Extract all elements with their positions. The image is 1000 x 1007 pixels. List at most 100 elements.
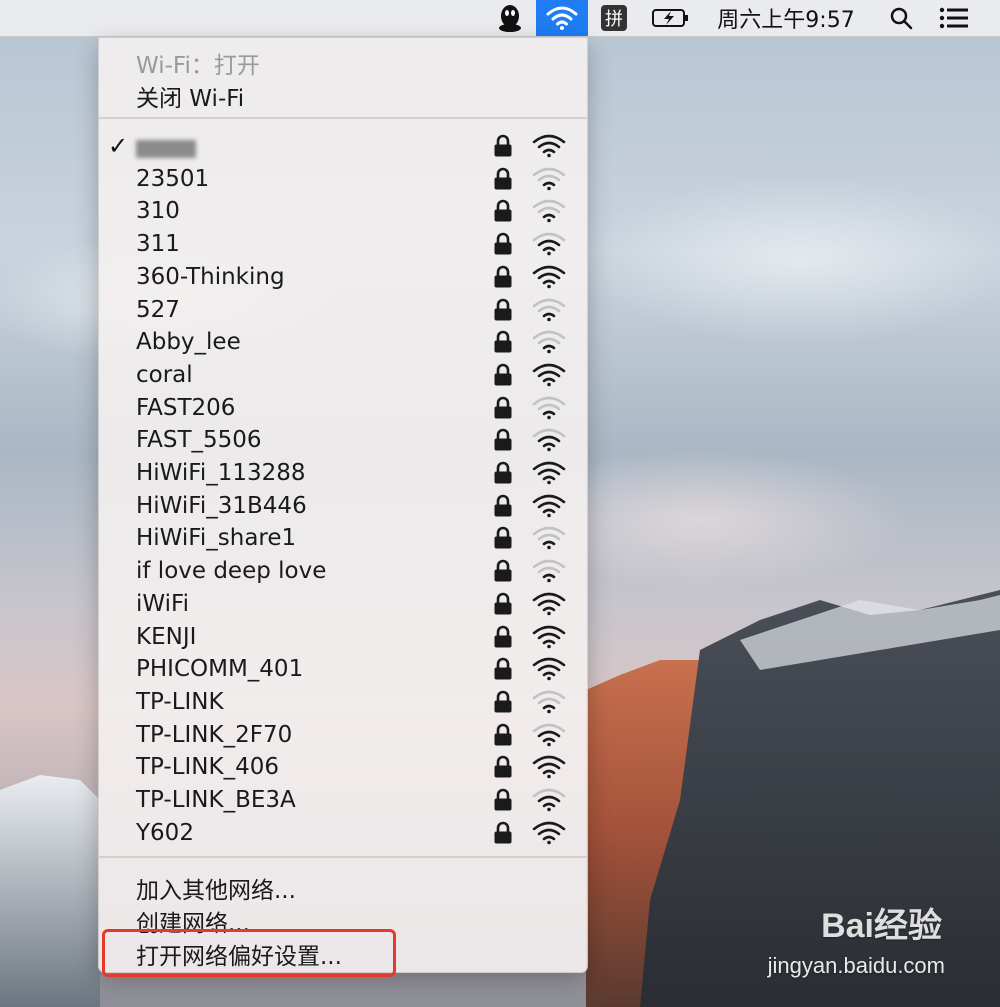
network-name: 360-Thinking [136, 263, 285, 290]
wifi-signal-icon [532, 200, 566, 223]
network-name: KENJI [136, 623, 197, 650]
menu-separator [99, 856, 587, 858]
lock-icon [494, 821, 512, 844]
lock-icon [494, 232, 512, 255]
wifi-signal-icon [532, 429, 566, 452]
network-name: iWiFi [136, 590, 189, 617]
network-name: Y602 [136, 819, 194, 846]
lock-icon [494, 592, 512, 615]
network-item[interactable]: if love deep love [99, 555, 587, 588]
lock-icon [494, 330, 512, 353]
network-item[interactable]: TP-LINK_406 [99, 751, 587, 784]
network-item[interactable]: Abby_lee [99, 326, 587, 359]
network-name: FAST206 [136, 394, 236, 421]
wifi-signal-icon [532, 363, 566, 387]
wifi-signal-icon [532, 494, 566, 517]
lock-icon [494, 429, 512, 451]
wifi-signal-icon [532, 396, 566, 419]
network-item[interactable]: ✓ [99, 130, 587, 163]
lock-icon [494, 134, 512, 157]
lock-icon [494, 167, 512, 190]
wifi-signal-icon [532, 330, 566, 354]
network-item[interactable]: TP-LINK_BE3A [99, 784, 587, 817]
network-item[interactable]: FAST_5506 [99, 424, 587, 457]
network-item[interactable]: TP-LINK_2F70 [99, 719, 587, 752]
wifi-signal-icon [532, 756, 566, 779]
clock[interactable]: 周六上午9:57 [706, 0, 866, 36]
toggle-wifi-item[interactable]: 关闭 Wi-Fi [99, 76, 587, 112]
wifi-signal-icon [532, 625, 566, 648]
network-item[interactable]: 23501 [99, 163, 587, 196]
input-method-icon[interactable]: 拼 [598, 0, 630, 36]
wifi-signal-icon [532, 232, 566, 256]
lock-icon [494, 527, 512, 549]
notification-center-icon[interactable] [934, 0, 974, 36]
network-item[interactable]: HiWiFi_113288 [99, 457, 587, 490]
network-name: 23501 [136, 165, 210, 192]
network-name: coral [136, 361, 193, 388]
wifi-signal-icon [532, 657, 566, 681]
wifi-signal-icon [532, 592, 566, 616]
lock-icon [494, 690, 512, 713]
lock-icon [494, 657, 512, 680]
wifi-signal-icon [532, 461, 566, 485]
lock-icon [494, 200, 512, 222]
network-item[interactable]: Y602 [99, 817, 587, 850]
network-item[interactable]: 310 [99, 195, 587, 228]
lock-icon [494, 265, 512, 288]
wifi-status-label: Wi-Fi：打开 [136, 53, 260, 79]
wifi-signal-icon [532, 134, 566, 158]
wifi-signal-icon [532, 821, 566, 844]
menu-separator [99, 117, 587, 119]
network-item[interactable]: 311 [99, 228, 587, 261]
wifi-signal-icon [532, 265, 566, 289]
input-method-label: 拼 [601, 5, 627, 31]
watermark-url: jingyan.baidu.com [767, 953, 945, 978]
network-item[interactable]: KENJI [99, 621, 587, 654]
qq-penguin-icon[interactable] [490, 0, 530, 36]
network-item[interactable]: 527 [99, 294, 587, 327]
network-item[interactable]: coral [99, 359, 587, 392]
network-item[interactable]: FAST206 [99, 392, 587, 425]
redacted-network-name [136, 139, 196, 158]
wifi-signal-icon [532, 527, 566, 550]
wifi-status-icon[interactable] [536, 0, 588, 36]
wifi-signal-icon [532, 298, 566, 321]
network-name: if love deep love [136, 558, 327, 585]
network-item[interactable]: iWiFi [99, 588, 587, 621]
network-name: 527 [136, 296, 180, 323]
wifi-signal-icon [532, 559, 566, 583]
network-name: 310 [136, 198, 180, 225]
wifi-signal-icon [532, 723, 566, 746]
wifi-signal-icon [532, 167, 566, 190]
watermark-brand: Bai经验 [821, 907, 942, 945]
network-name: TP-LINK_BE3A [136, 787, 296, 813]
join-other-network-item[interactable]: 加入其他网络... [99, 868, 587, 904]
network-name: TP-LINK_406 [136, 754, 279, 781]
network-name: HiWiFi_31B446 [136, 492, 307, 519]
join-other-network-label: 加入其他网络... [136, 878, 296, 904]
network-item[interactable]: 360-Thinking [99, 261, 587, 294]
network-name: FAST_5506 [136, 427, 262, 454]
network-item[interactable]: PHICOMM_401 [99, 653, 587, 686]
lock-icon [494, 788, 512, 811]
lock-icon [494, 756, 512, 778]
wifi-signal-icon [532, 690, 566, 714]
annotation-highlight-box [102, 929, 396, 977]
lock-icon [494, 625, 512, 647]
toggle-wifi-label: 关闭 Wi-Fi [136, 86, 245, 112]
network-name: 311 [136, 231, 180, 258]
lock-icon [494, 494, 512, 517]
network-item[interactable]: HiWiFi_share1 [99, 522, 587, 555]
lock-icon [494, 461, 512, 484]
checkmark-icon: ✓ [108, 132, 129, 160]
lock-icon [494, 396, 512, 419]
network-name: TP-LINK_2F70 [136, 721, 293, 748]
spotlight-search-icon[interactable] [884, 0, 918, 36]
network-item[interactable]: HiWiFi_31B446 [99, 490, 587, 523]
network-item[interactable]: TP-LINK [99, 686, 587, 719]
battery-charging-icon[interactable] [648, 0, 694, 36]
network-name: HiWiFi_113288 [136, 460, 306, 486]
network-name [136, 133, 196, 159]
wifi-status-row: Wi-Fi：打开 [99, 43, 587, 79]
